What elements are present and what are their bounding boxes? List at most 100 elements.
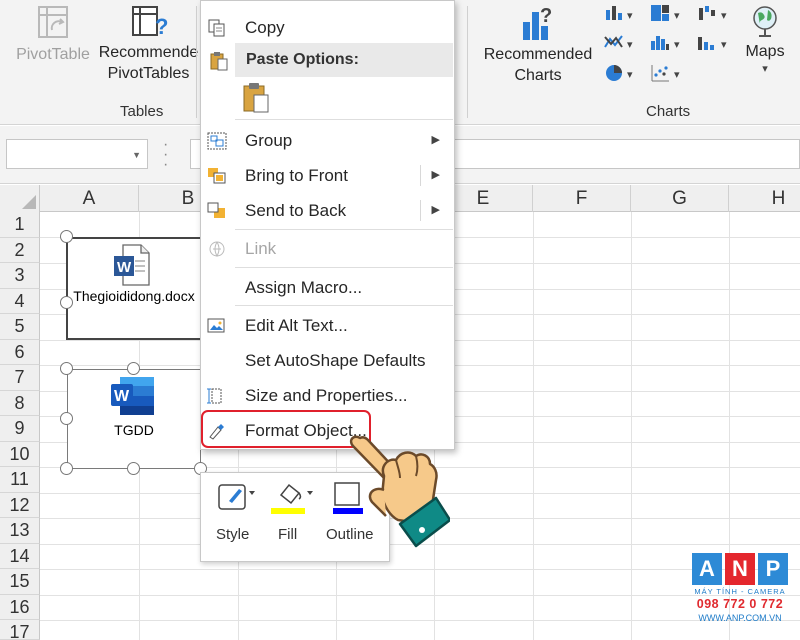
menu-label-size-and-properties: Size and Properties... <box>245 386 408 405</box>
send-to-back-icon <box>207 202 225 218</box>
row-header-1[interactable]: 1 <box>0 212 40 238</box>
submenu-arrow-icon[interactable]: ▶ <box>432 194 440 227</box>
column-header-a[interactable]: A <box>40 185 139 212</box>
row-header-11[interactable]: 11 <box>0 467 40 493</box>
row-header-6[interactable]: 6 <box>0 339 40 365</box>
resize-handle[interactable] <box>60 462 73 475</box>
embedded-word-document[interactable]: W Thegioididong.docx <box>66 237 202 340</box>
row-header-8[interactable]: 8 <box>0 390 40 416</box>
menu-separator <box>235 119 453 120</box>
resize-handle[interactable] <box>60 230 73 243</box>
recommended-charts-label-1: Recommended <box>483 46 593 63</box>
row-header-10[interactable]: 10 <box>0 441 40 467</box>
column-chart-icon[interactable] <box>604 4 624 27</box>
recommended-pivottables-button[interactable]: ? Recommende PivotTables <box>97 4 200 84</box>
chevron-down-icon[interactable]: ▾ <box>627 38 633 51</box>
paste-option-button[interactable] <box>241 81 271 118</box>
anp-letter-p: P <box>758 553 788 585</box>
embedded-word-object[interactable]: W TGDD <box>67 369 201 469</box>
resize-handle[interactable] <box>60 412 73 425</box>
svg-text:?: ? <box>155 14 168 39</box>
context-menu: Copy Paste Options: Group ▶ Bring to Fro… <box>200 0 455 450</box>
group-separator <box>196 6 197 118</box>
more-options-icon[interactable]: · · · <box>163 137 169 173</box>
style-button[interactable] <box>215 479 259 519</box>
menu-label-bring-to-front: Bring to Front <box>245 166 348 185</box>
combo-chart-icon[interactable] <box>697 33 717 56</box>
chevron-down-icon[interactable]: ▾ <box>674 38 680 51</box>
chevron-down-icon[interactable]: ▼ <box>132 150 141 160</box>
recommended-pivottables-label-2: PivotTables <box>107 65 190 82</box>
menu-item-copy[interactable]: Copy <box>201 11 454 44</box>
line-chart-icon[interactable] <box>604 33 624 56</box>
maps-button[interactable]: Maps ▾ <box>740 4 790 76</box>
chevron-down-icon[interactable]: ▾ <box>721 9 727 22</box>
word-document-icon: W <box>114 244 150 286</box>
chevron-down-icon[interactable]: ▾ <box>627 9 633 22</box>
menu-item-size-and-properties[interactable]: Size and Properties... <box>201 379 454 412</box>
pivottable-button[interactable]: PivotTable <box>12 4 94 65</box>
resize-handle[interactable] <box>127 462 140 475</box>
fill-bucket-icon <box>271 483 313 514</box>
select-all-corner[interactable] <box>0 185 40 212</box>
column-header-g[interactable]: G <box>631 185 729 212</box>
row-header-2[interactable]: 2 <box>0 237 40 263</box>
anp-letter-a: A <box>692 553 722 585</box>
menu-item-bring-to-front[interactable]: Bring to Front ▶ <box>201 159 454 192</box>
menu-item-link: Link <box>201 232 454 265</box>
resize-handle[interactable] <box>127 362 140 375</box>
hierarchy-chart-icon[interactable] <box>650 4 670 27</box>
pie-chart-icon[interactable] <box>604 63 624 88</box>
menu-separator <box>235 305 453 306</box>
row-header-9[interactable]: 9 <box>0 416 40 442</box>
waterfall-chart-icon[interactable] <box>697 4 717 27</box>
row-header-5[interactable]: 5 <box>0 314 40 340</box>
menu-separator <box>235 229 453 230</box>
row-header-14[interactable]: 14 <box>0 543 40 569</box>
pivottable-label: PivotTable <box>16 46 90 63</box>
chevron-down-icon[interactable]: ▾ <box>674 9 680 22</box>
chevron-down-icon[interactable]: ▾ <box>674 68 680 81</box>
row-header-17[interactable]: 17 <box>0 620 40 640</box>
resize-handle[interactable] <box>60 362 73 375</box>
chevron-down-icon[interactable]: ▾ <box>721 38 727 51</box>
fill-button[interactable] <box>271 479 315 519</box>
row-header-15[interactable]: 15 <box>0 569 40 595</box>
row-header-3[interactable]: 3 <box>0 263 40 289</box>
menu-label-link: Link <box>245 239 277 258</box>
menu-item-group[interactable]: Group ▶ <box>201 124 454 157</box>
maps-label: Maps <box>745 43 785 60</box>
menu-item-assign-macro[interactable]: Assign Macro... <box>201 271 454 304</box>
recommended-charts-button[interactable]: ? Recommended Charts <box>478 4 598 86</box>
row-header-12[interactable]: 12 <box>0 492 40 518</box>
row-header-16[interactable]: 16 <box>0 594 40 620</box>
menu-separator <box>235 267 453 268</box>
gridline <box>40 594 800 596</box>
menu-label-edit-alt-text: Edit Alt Text... <box>245 316 348 335</box>
column-header-f[interactable]: F <box>533 185 631 212</box>
group-icon <box>207 132 227 150</box>
style-label: Style <box>216 526 250 543</box>
row-header-4[interactable]: 4 <box>0 288 40 314</box>
anp-phone: 098 772 0 772 <box>696 597 784 611</box>
row-header-7[interactable]: 7 <box>0 365 40 391</box>
scatter-chart-icon[interactable] <box>650 63 670 88</box>
chevron-down-icon[interactable]: ▾ <box>627 68 633 81</box>
column-header-h[interactable]: H <box>729 185 800 212</box>
name-box[interactable]: ▼ <box>6 139 148 169</box>
resize-handle[interactable] <box>60 296 73 309</box>
row-header-13[interactable]: 13 <box>0 518 40 544</box>
anp-letter-n: N <box>725 553 755 585</box>
size-properties-icon <box>207 388 222 404</box>
recommended-pivottables-label-1: Recommende <box>98 44 199 61</box>
menu-item-edit-alt-text[interactable]: Edit Alt Text... <box>201 309 454 342</box>
charts-group-label: Charts <box>646 103 691 120</box>
pivottable-icon <box>38 6 68 38</box>
statistic-chart-icon[interactable] <box>650 33 670 56</box>
word-app-icon: W <box>111 377 154 415</box>
chevron-down-icon[interactable]: ▾ <box>740 62 790 76</box>
menu-item-set-autoshape-defaults[interactable]: Set AutoShape Defaults <box>201 344 454 377</box>
globe-icon <box>753 6 777 37</box>
submenu-arrow-icon[interactable]: ▶ <box>432 159 440 192</box>
menu-item-send-to-back[interactable]: Send to Back ▶ <box>201 194 454 227</box>
